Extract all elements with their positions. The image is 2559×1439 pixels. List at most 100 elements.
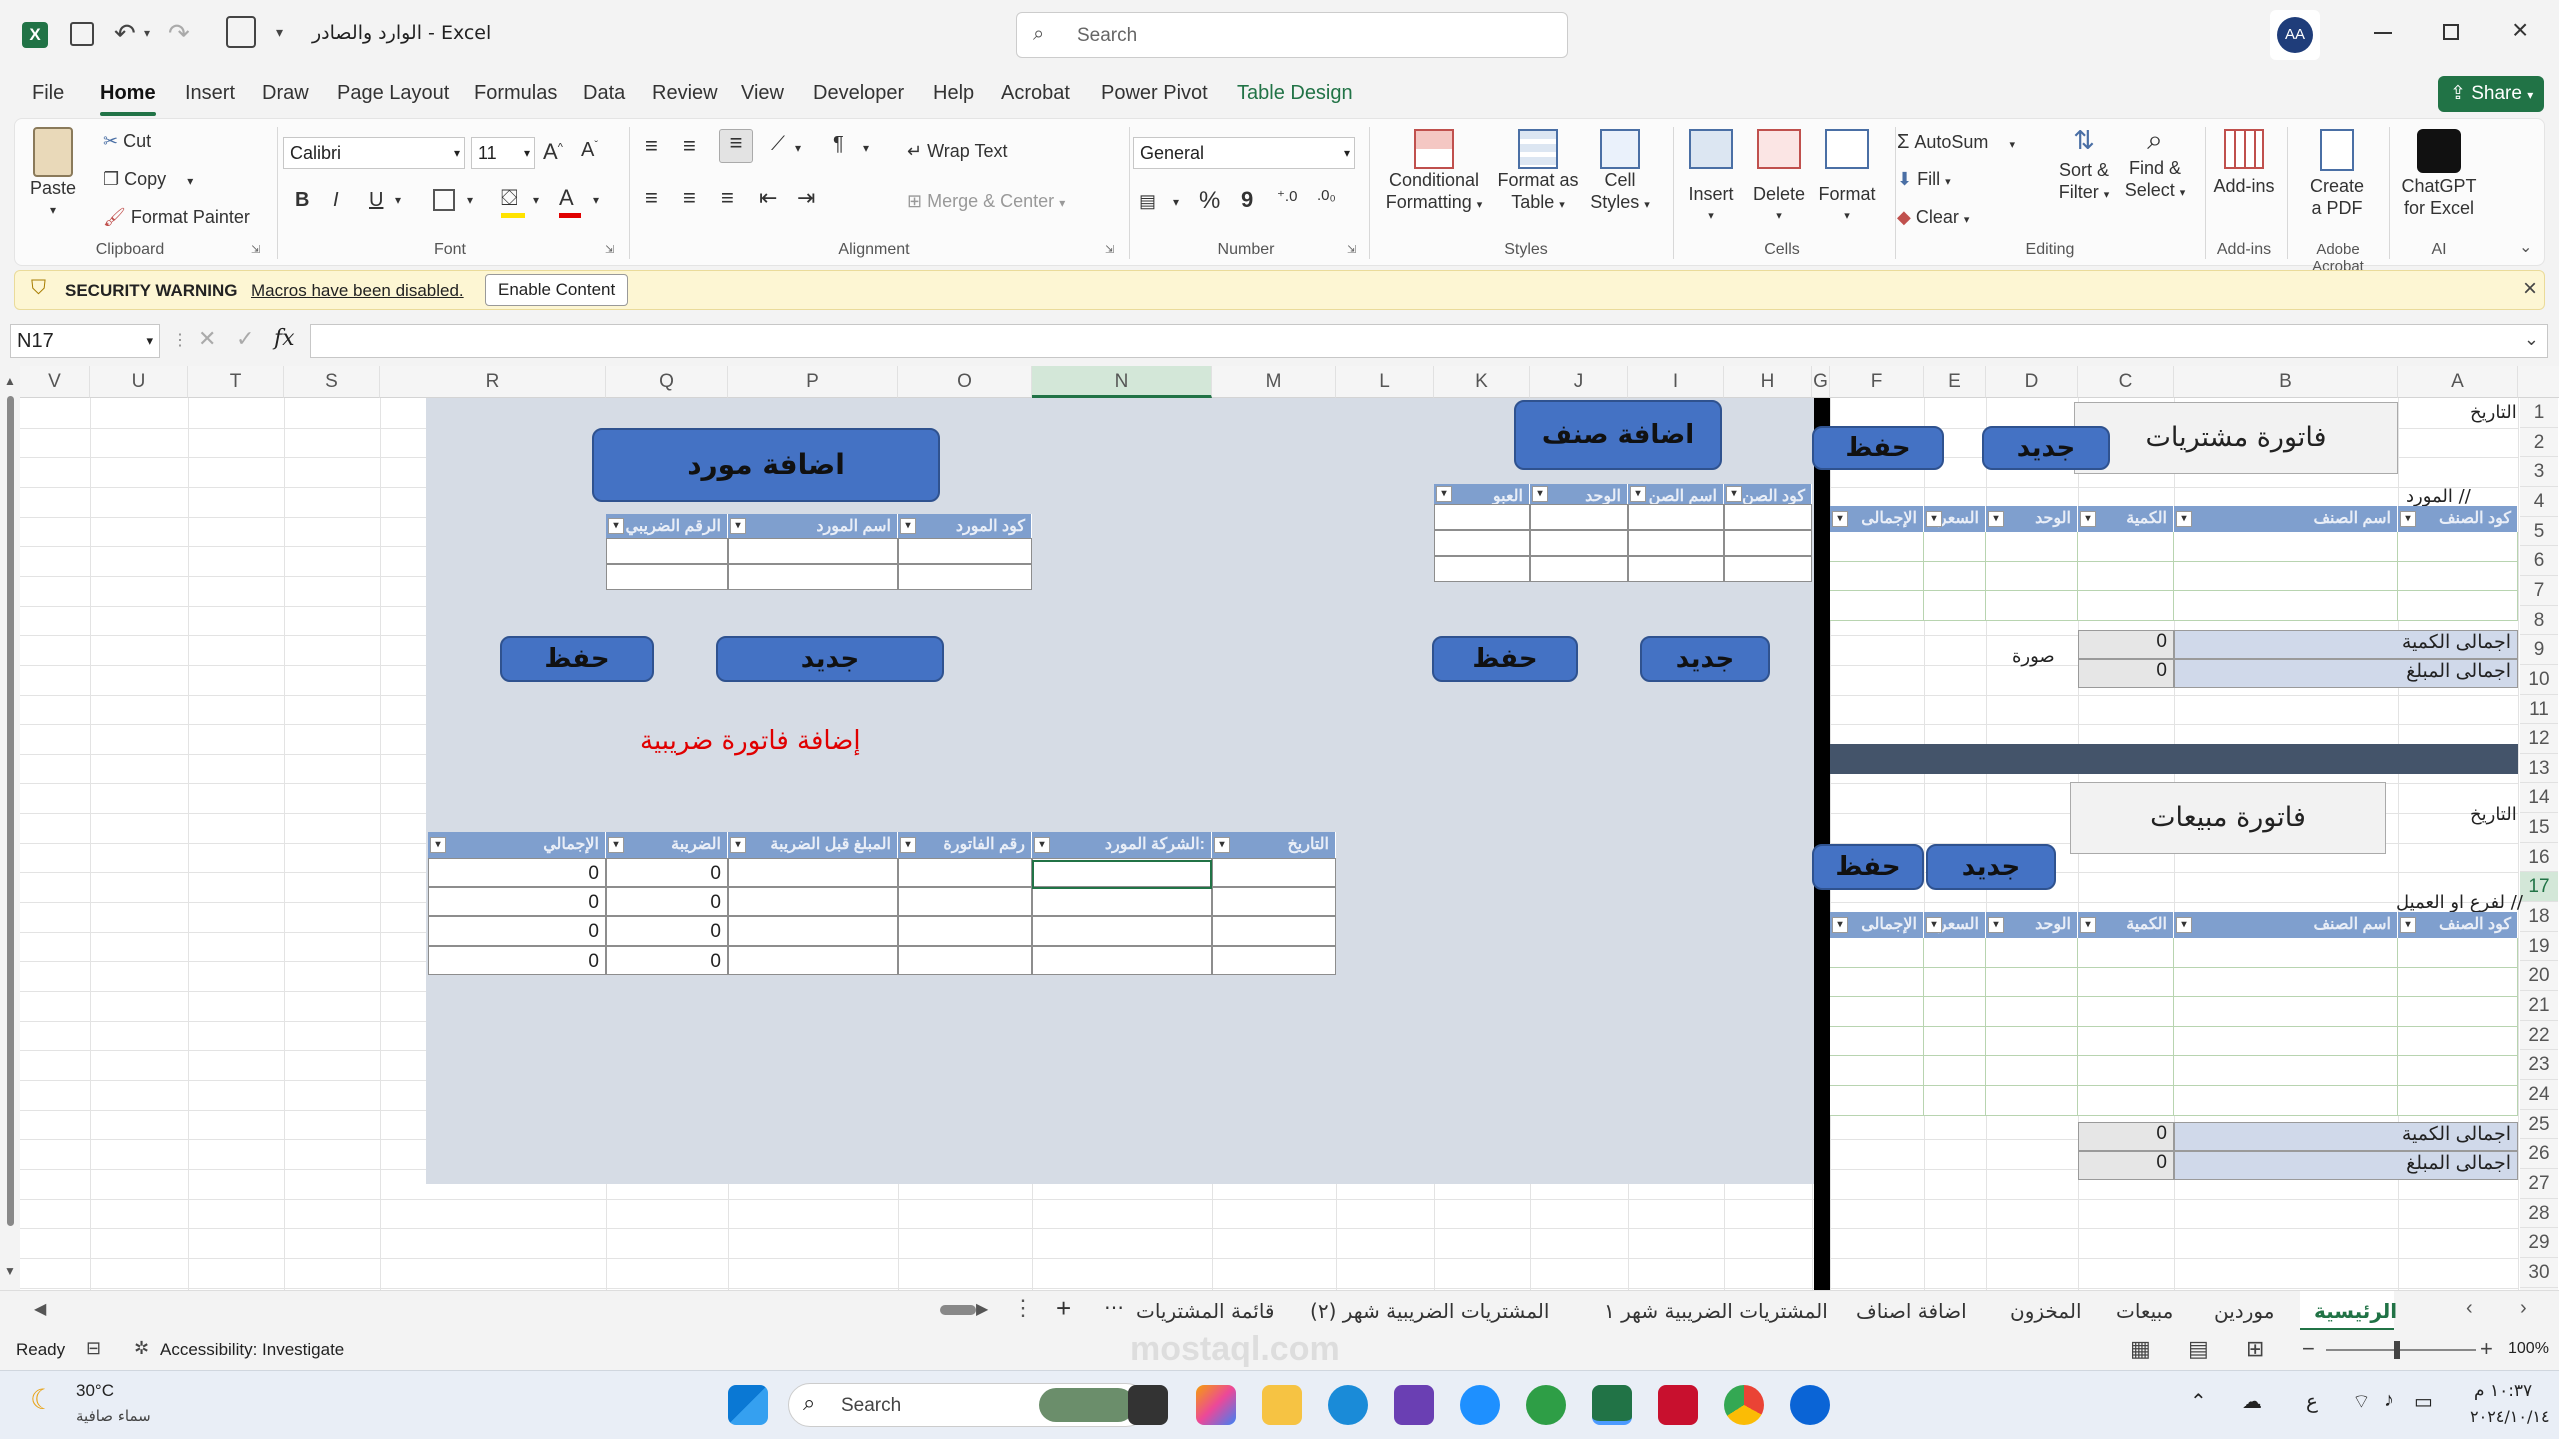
underline-icon[interactable]: U <box>369 189 383 212</box>
table-header-cell[interactable]: اسم الصنف ▾ <box>2174 912 2398 938</box>
zoom-level[interactable]: 100% <box>2508 1340 2549 1358</box>
table-cell[interactable] <box>1986 967 2078 998</box>
row-header[interactable]: 27 <box>2520 1168 2558 1199</box>
table-header-cell[interactable]: الوحد ▾ <box>1986 912 2078 938</box>
table-header-cell[interactable]: الضريبة ▾ <box>606 832 728 858</box>
table-cell[interactable] <box>1924 1056 1986 1086</box>
row-header[interactable]: 29 <box>2520 1228 2558 1258</box>
font-launcher-icon[interactable]: ⇲ <box>605 243 614 256</box>
table-cell[interactable] <box>1724 530 1812 556</box>
table-cell[interactable] <box>728 564 898 590</box>
hscroll-right-icon[interactable]: ▶ <box>976 1299 988 1319</box>
selected-cell[interactable] <box>1032 860 1212 889</box>
filter-dropdown-icon[interactable]: ▾ <box>430 837 446 853</box>
tab-page-layout[interactable]: Page Layout <box>337 82 449 105</box>
align-center-icon[interactable]: ≡ <box>683 185 696 211</box>
add-supplier-button[interactable]: اضافة مورد <box>592 428 940 502</box>
name-box[interactable]: N17 ▾ <box>10 324 160 358</box>
table-cell[interactable] <box>1986 1056 2078 1086</box>
table-cell[interactable] <box>1830 967 1924 998</box>
volume-icon[interactable]: ♪ <box>2384 1389 2394 1412</box>
worksheet-grid[interactable]: ▲ ▼ VUTSRQPONMLKJIHGFEDCBA 1 2 3 4 5 6 7 8 9 10 11… <box>0 366 2559 1290</box>
tab-power-pivot[interactable]: Power Pivot <box>1101 82 1208 105</box>
table-cell[interactable]: 0 <box>428 945 606 975</box>
row-header[interactable]: 22 <box>2520 1020 2558 1051</box>
row-header[interactable]: 2 <box>2520 427 2558 458</box>
table-cell[interactable] <box>1830 1026 1924 1057</box>
filter-dropdown-icon[interactable]: ▾ <box>608 518 624 534</box>
bluetooth-icon[interactable] <box>1790 1385 1830 1425</box>
column-header[interactable]: A <box>2398 366 2518 398</box>
table-cell[interactable] <box>1924 561 1986 592</box>
prev-sheet-icon[interactable]: ‹ <box>2466 1297 2473 1320</box>
tab-insert[interactable]: Insert <box>185 82 235 105</box>
zoom-slider[interactable] <box>2326 1349 2476 1351</box>
table-cell[interactable] <box>1434 556 1530 582</box>
page-layout-view-icon[interactable]: ▤ <box>2188 1336 2209 1362</box>
column-header[interactable]: S <box>284 366 380 398</box>
table-cell[interactable] <box>898 887 1032 917</box>
table-cell[interactable] <box>1032 887 1212 917</box>
table-header-cell[interactable]: اسم الصن ▾ <box>1628 484 1724 504</box>
table-cell[interactable]: 0 <box>606 858 728 888</box>
table-cell[interactable] <box>1434 530 1530 556</box>
table-cell[interactable] <box>2398 967 2518 998</box>
tab-file[interactable]: File <box>32 82 64 105</box>
filter-dropdown-icon[interactable]: ▾ <box>900 837 916 853</box>
sheet-tab-sales[interactable]: مبيعات <box>2116 1299 2173 1323</box>
row-header[interactable]: 15 <box>2520 813 2558 843</box>
formula-input[interactable]: ⌄ <box>310 324 2548 358</box>
row-header[interactable]: 13 <box>2520 753 2558 784</box>
table-cell[interactable] <box>728 538 898 564</box>
table-cell[interactable] <box>898 858 1032 888</box>
borders-dropdown-icon[interactable]: ▾ <box>467 193 473 207</box>
table-cell[interactable] <box>2398 1086 2518 1116</box>
table-cell[interactable] <box>1986 938 2078 968</box>
orientation-dropdown-icon[interactable]: ▾ <box>795 141 801 155</box>
row-header[interactable]: 8 <box>2520 605 2558 636</box>
security-message[interactable]: Macros have been disabled. <box>251 281 464 301</box>
table-header-cell[interactable]: الوحد ▾ <box>1986 506 2078 532</box>
row-header[interactable]: 23 <box>2520 1050 2558 1080</box>
hscroll-left-icon[interactable]: ◀ <box>34 1299 46 1319</box>
table-cell[interactable] <box>2398 561 2518 592</box>
font-color-icon[interactable]: A <box>559 185 574 211</box>
font-name-combo[interactable]: Calibri ▾ <box>283 137 465 169</box>
tab-acrobat[interactable]: Acrobat <box>1001 82 1070 105</box>
clock-time[interactable]: ١٠:٣٧ م <box>2474 1381 2532 1401</box>
zoom-out-icon[interactable]: − <box>2302 1336 2315 1362</box>
row-header[interactable]: 12 <box>2520 724 2558 754</box>
filter-dropdown-icon[interactable]: ▾ <box>730 518 746 534</box>
table-cell[interactable] <box>2398 591 2518 621</box>
filter-dropdown-icon[interactable]: ▾ <box>1532 486 1548 502</box>
zoom-in-icon[interactable]: + <box>2480 1336 2493 1362</box>
column-header[interactable]: V <box>20 366 90 398</box>
table-cell[interactable] <box>1986 1086 2078 1116</box>
zoom-slider-thumb[interactable] <box>2394 1341 2400 1359</box>
utorrent-icon[interactable] <box>1526 1385 1566 1425</box>
sheet-tab-home-active[interactable]: الرئيسية <box>2300 1291 2397 1331</box>
insert-function-icon[interactable]: fx <box>274 326 295 351</box>
comma-style-icon[interactable]: 9 <box>1241 187 1253 213</box>
table-cell[interactable] <box>1924 1086 1986 1116</box>
select-all-corner[interactable] <box>2518 366 2559 398</box>
table-header-cell[interactable]: الإجمالى ▾ <box>1830 912 1924 938</box>
rtl-icon[interactable]: ¶ <box>833 133 844 156</box>
supplier-save-button[interactable]: حفظ <box>500 636 654 682</box>
row-header[interactable]: 20 <box>2520 961 2558 991</box>
table-cell[interactable] <box>2174 967 2398 998</box>
filter-dropdown-icon[interactable]: ▾ <box>1832 917 1848 933</box>
table-cell[interactable] <box>2398 1026 2518 1057</box>
restore-icon[interactable] <box>2443 24 2459 40</box>
table-cell[interactable] <box>2174 1026 2398 1057</box>
table-cell[interactable] <box>1830 561 1924 592</box>
filter-dropdown-icon[interactable]: ▾ <box>2400 511 2416 527</box>
column-header[interactable]: B <box>2174 366 2398 398</box>
table-cell[interactable] <box>2174 561 2398 592</box>
column-header[interactable]: D <box>1986 366 2078 398</box>
align-right-icon[interactable]: ≡ <box>721 185 734 211</box>
filter-dropdown-icon[interactable]: ▾ <box>1630 486 1646 502</box>
filter-dropdown-icon[interactable]: ▾ <box>1926 511 1942 527</box>
table-cell[interactable] <box>1986 997 2078 1027</box>
purchase-new-button[interactable]: جديد <box>1982 426 2110 470</box>
